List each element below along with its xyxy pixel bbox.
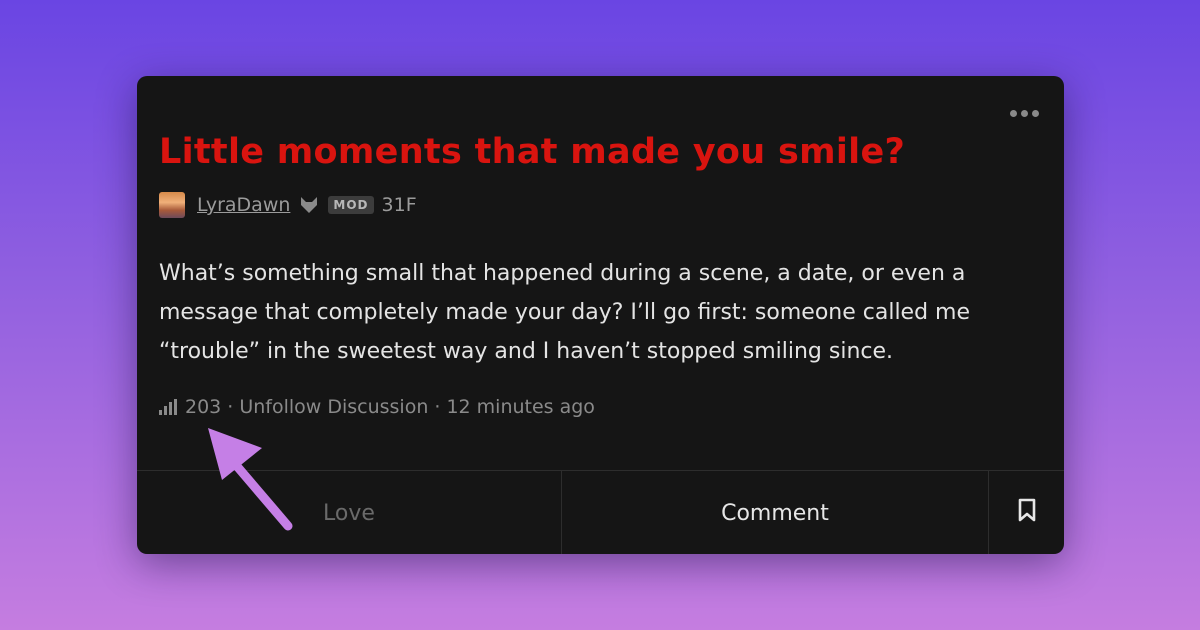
unfollow-discussion-link[interactable]: Unfollow Discussion: [239, 396, 428, 418]
fox-icon: [298, 194, 320, 216]
post-body: What’s something small that happened dur…: [159, 261, 971, 364]
bookmark-button[interactable]: [989, 471, 1064, 554]
views-count: 203: [185, 396, 222, 418]
pointer-arrow-icon: [208, 428, 293, 531]
mod-badge: MOD: [328, 196, 374, 214]
separator: ·: [227, 396, 234, 418]
author-username[interactable]: LyraDawn: [197, 194, 290, 216]
avatar[interactable]: [159, 192, 185, 218]
author-age-gender: 31F: [381, 194, 417, 216]
separator: ·: [434, 396, 441, 418]
bookmark-icon: [1016, 497, 1038, 529]
post-title[interactable]: Little moments that made you smile?: [159, 132, 905, 172]
views-icon: [159, 399, 177, 415]
more-options-icon[interactable]: [1010, 110, 1040, 120]
post-time: 12 minutes ago: [446, 396, 595, 418]
post-stats: 203 · Unfollow Discussion · 12 minutes a…: [159, 393, 595, 421]
comment-button[interactable]: Comment: [562, 471, 989, 554]
author-row: LyraDawn MOD 31F: [159, 192, 417, 218]
